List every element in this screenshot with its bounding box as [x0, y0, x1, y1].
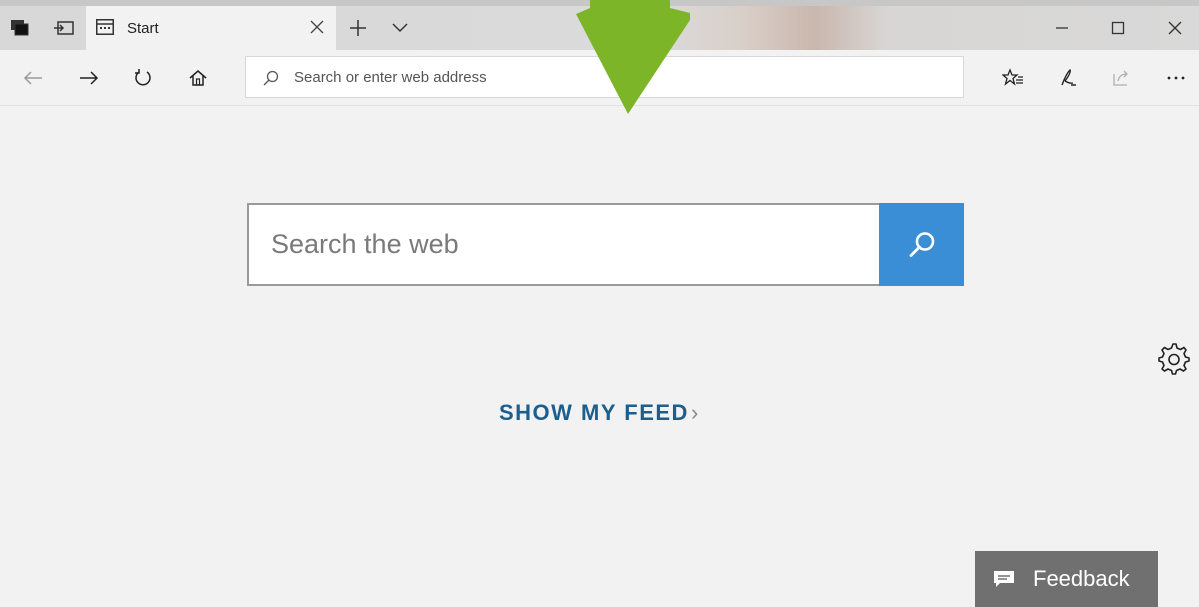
show-my-feed-link[interactable]: SHOW MY FEED › [499, 400, 700, 426]
web-search-input[interactable] [249, 205, 879, 284]
minimize-button[interactable] [1042, 16, 1082, 40]
search-icon [909, 231, 934, 257]
tab-close-icon[interactable] [308, 18, 326, 36]
forward-button[interactable] [74, 64, 104, 92]
back-icon [23, 71, 42, 85]
web-search-box [247, 203, 964, 286]
more-icon [1167, 76, 1185, 80]
favorites-icon [1002, 68, 1023, 86]
gear-icon [1158, 343, 1190, 375]
maximize-button[interactable] [1098, 16, 1138, 40]
feedback-label: Feedback [1033, 566, 1130, 591]
close-icon [1168, 21, 1182, 35]
tab-preview-icon[interactable] [52, 16, 76, 40]
notes-button[interactable] [1053, 64, 1083, 92]
chevron-down-icon [392, 23, 408, 33]
close-window-button[interactable] [1155, 16, 1195, 40]
tab-title: Start [127, 20, 159, 37]
start-page-icon [96, 19, 114, 35]
home-icon [189, 70, 207, 86]
new-tab-button[interactable] [346, 16, 370, 40]
chevron-right-icon: › [690, 400, 700, 425]
tab-menu-button[interactable] [388, 16, 412, 40]
search-icon [262, 69, 280, 87]
more-button[interactable] [1161, 64, 1191, 92]
search-button[interactable] [879, 203, 964, 286]
back-button[interactable] [18, 64, 48, 92]
minimize-icon [1056, 27, 1068, 29]
tab-start[interactable]: Start [86, 6, 336, 50]
refresh-icon [135, 69, 151, 86]
feedback-button[interactable]: Feedback [975, 551, 1158, 607]
refresh-button[interactable] [128, 64, 158, 92]
set-aside-tabs-icon[interactable] [8, 16, 32, 40]
maximize-icon [1111, 21, 1125, 35]
show-my-feed-label: SHOW MY FEED [499, 400, 689, 425]
home-button[interactable] [183, 64, 213, 92]
share-button[interactable] [1106, 64, 1136, 92]
favorites-button[interactable] [998, 64, 1028, 92]
comment-icon [993, 569, 1015, 589]
share-icon [1113, 70, 1128, 86]
notes-icon [1061, 68, 1076, 86]
arrow-icon [576, 0, 690, 114]
plus-icon [350, 20, 366, 36]
page-settings-button[interactable] [1153, 338, 1193, 378]
forward-icon [80, 71, 99, 85]
